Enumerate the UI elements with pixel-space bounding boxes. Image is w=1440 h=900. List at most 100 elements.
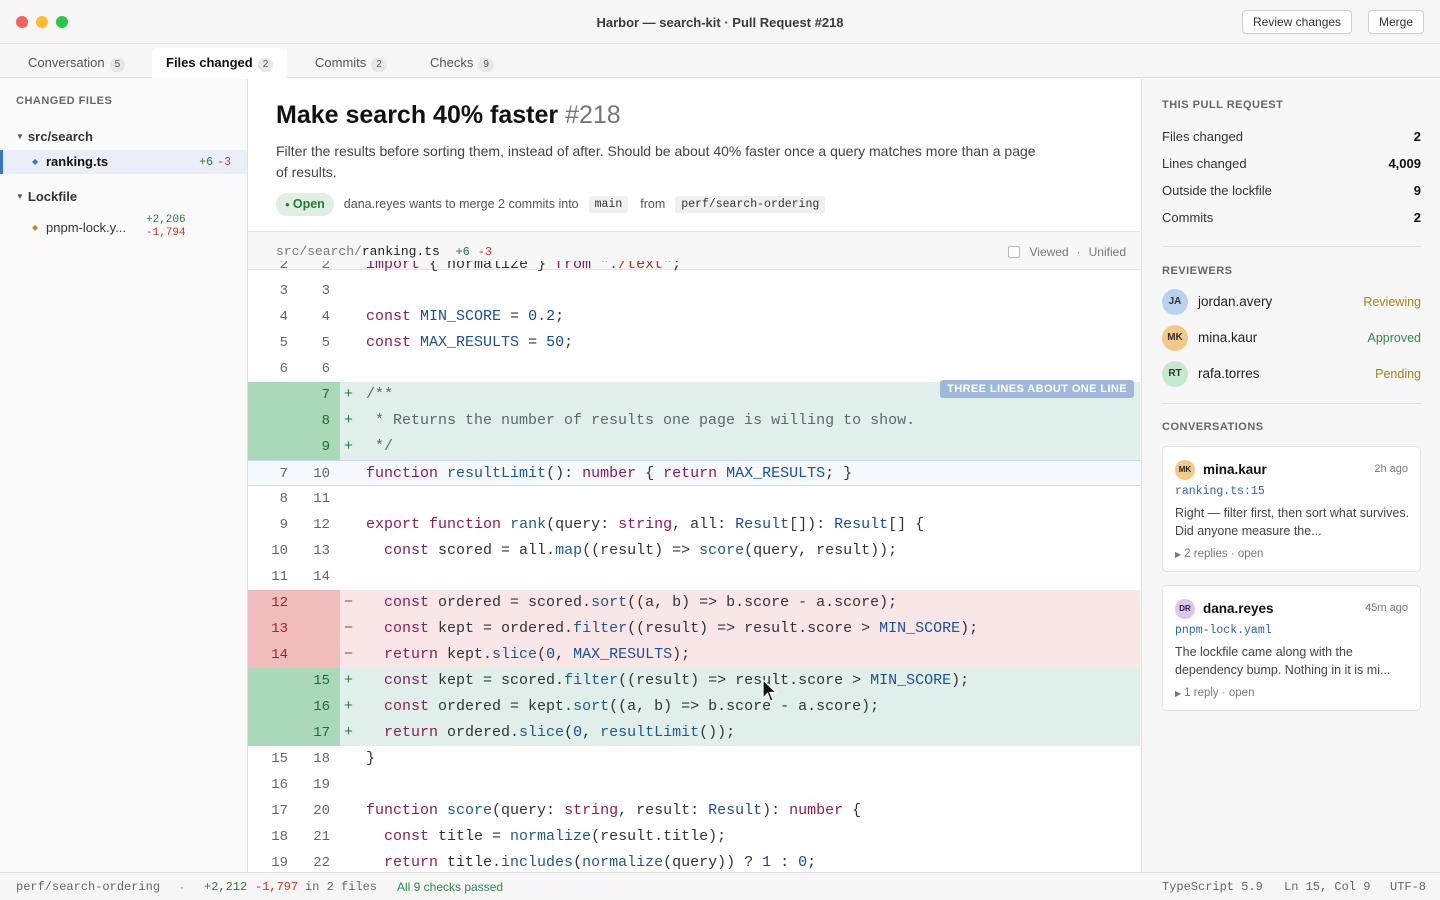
- tab-count-badge: 2: [371, 58, 387, 72]
- file-additions: +6: [199, 156, 213, 169]
- reviewer-mina-kaur[interactable]: MK mina.kaur Approved: [1162, 325, 1421, 351]
- status-checks[interactable]: All 9 checks passed: [397, 880, 503, 894]
- diff-line[interactable]: 11 14: [248, 564, 1140, 590]
- status-language[interactable]: TypeScript 5.9: [1162, 880, 1263, 894]
- status-files: in 2 files: [305, 880, 378, 894]
- comment-file-link[interactable]: pnpm-lock.yaml: [1175, 624, 1272, 637]
- code-text: const kept = ordered.filter((result) => …: [384, 620, 979, 637]
- diff-line[interactable]: 10 13 const scored = all.map((result) => …: [248, 538, 1140, 564]
- conversation-card[interactable]: DR dana.reyes 45m ago pnpm-lock.yaml The…: [1162, 585, 1421, 711]
- base-branch[interactable]: main: [588, 195, 629, 213]
- old-line-number: 3: [279, 283, 288, 299]
- dot-icon: ●: [285, 199, 290, 209]
- folder-name: src/search: [27, 129, 93, 144]
- tab-count-badge: 5: [109, 58, 126, 72]
- diff-line[interactable]: 9 + */: [248, 434, 1140, 460]
- pr-meta: ● Open dana.reyes wants to merge 2 commit…: [276, 192, 837, 216]
- diff-line[interactable]: 33: [248, 278, 1140, 304]
- new-line-number: 12: [313, 517, 330, 533]
- new-line-number: 2: [321, 261, 330, 273]
- diff-line[interactable]: 66: [248, 356, 1140, 382]
- code-text: return title.includes(normalize(query)) …: [384, 854, 817, 871]
- file-name: ranking.ts: [46, 154, 109, 169]
- diff-sign: +: [344, 698, 354, 715]
- diff-line[interactable]: 19 22 return title.includes(normalize(que…: [248, 850, 1140, 872]
- review-changes-button[interactable]: Review changes: [1242, 10, 1353, 34]
- diff-line[interactable]: 8 + * Returns the number of results one p…: [248, 408, 1140, 434]
- comment-body: Right — filter first, then sort what sur…: [1175, 506, 1410, 538]
- file-name: pnpm-lock.y...: [46, 220, 126, 235]
- diff-line[interactable]: 14 − return kept.slice(0, MAX_RESULTS);: [248, 642, 1140, 668]
- diff-line[interactable]: 2 2 import { normalize } from "./text";: [248, 261, 1140, 278]
- tab-commits[interactable]: Commits 2: [301, 48, 401, 78]
- diff-line[interactable]: 12 − const ordered = scored.sort((a, b) =…: [248, 590, 1140, 616]
- diff-sign: +: [344, 672, 354, 689]
- comment-replies[interactable]: ▶ 1 reply · open: [1175, 687, 1254, 699]
- diff-sign: [344, 772, 356, 798]
- title-bar: Harbor — search-kit · Pull Request #218 …: [0, 0, 1440, 44]
- caret-right-icon: ▶: [1175, 689, 1182, 698]
- diff-sign: −: [344, 594, 354, 611]
- viewed-checkbox[interactable]: [1007, 246, 1020, 258]
- diff-line[interactable]: 16 19: [248, 772, 1140, 798]
- file-path: src/search/ranking.ts +6 -3: [276, 244, 492, 259]
- diff-line[interactable]: 15 18 }: [248, 746, 1140, 772]
- diff-line[interactable]: 7 10 function resultLimit(): number { ret…: [248, 460, 1140, 486]
- code-text: */: [366, 438, 394, 455]
- stat-label: Commits: [1162, 210, 1214, 225]
- diff-sign: [344, 304, 356, 330]
- code-text: import { normalize } from "./text";: [366, 261, 682, 273]
- file-additions: +2,206: [146, 214, 186, 226]
- reviewer-jordan-avery[interactable]: JA jordan.avery Reviewing: [1162, 289, 1421, 315]
- caret-down-icon: ▼: [16, 192, 24, 201]
- folder-lockfile[interactable]: ▼ Lockfile: [16, 189, 77, 204]
- diff-line[interactable]: 4 4 const MIN_SCORE = 0.2;: [248, 304, 1140, 330]
- new-line-number: 13: [313, 543, 330, 559]
- file-item-ranking[interactable]: ◆ ranking.ts +6 -3: [0, 150, 247, 174]
- diff-line[interactable]: 15 + const kept = scored.filter((result) …: [248, 668, 1140, 694]
- new-line-number: 8: [321, 413, 330, 429]
- old-line-number: 19: [271, 855, 288, 871]
- caret-down-icon: ▼: [16, 132, 24, 141]
- conversation-card[interactable]: MK mina.kaur 2h ago ranking.ts:15 Right …: [1162, 446, 1421, 572]
- diff-line[interactable]: 8 11: [248, 486, 1140, 512]
- tab-label: Commits: [315, 55, 367, 70]
- head-branch[interactable]: perf/search-ordering: [675, 195, 826, 213]
- comment-replies[interactable]: ▶ 2 replies · open: [1175, 548, 1263, 560]
- diff-view: THREE LINES ABOUT ONE LINE 22 import { n…: [248, 261, 1140, 872]
- code-text: const scored = all.map((result) => score…: [384, 542, 898, 559]
- merge-button[interactable]: Merge: [1368, 10, 1425, 34]
- status-bar: perf/search-ordering · +2,212 -1,797 in …: [0, 872, 1440, 900]
- old-line-number: 17: [271, 803, 288, 819]
- tab-conversation[interactable]: Conversation 5: [14, 48, 139, 78]
- folder-src-search[interactable]: ▼ src/search: [16, 129, 93, 144]
- diff-line[interactable]: 5 5 const MAX_RESULTS = 50;: [248, 330, 1140, 356]
- status-encoding[interactable]: UTF-8: [1390, 880, 1426, 894]
- diff-sign: +: [344, 724, 354, 741]
- tab-bar: Conversation 5 Files changed 2 Commits 2 Ch…: [0, 44, 1440, 78]
- file-item-pnpm-lock[interactable]: ◆ pnpm-lock.y... +2,206 -1,794: [0, 213, 247, 243]
- file-options: Viewed · Unified: [1007, 245, 1126, 259]
- diff-sign: [344, 538, 356, 564]
- diff-line[interactable]: 18 21 const title = normalize(result.titl…: [248, 824, 1140, 850]
- reviewer-rafa-torres[interactable]: RT rafa.torres Pending: [1162, 361, 1421, 387]
- diff-line[interactable]: 17 20 function score(query: string, resul…: [248, 798, 1140, 824]
- comment-file-link[interactable]: ranking.ts:15: [1175, 485, 1265, 498]
- status-cursor-position[interactable]: Ln 15, Col 9: [1284, 880, 1370, 894]
- viewed-label[interactable]: Viewed: [1030, 245, 1069, 259]
- file-name: ranking.ts: [361, 244, 440, 259]
- tab-files-changed[interactable]: Files changed 2: [152, 48, 288, 78]
- diff-line[interactable]: 13 − const kept = ordered.filter((result)…: [248, 616, 1140, 642]
- status-branch[interactable]: perf/search-ordering: [16, 880, 160, 894]
- tab-checks[interactable]: Checks 9: [416, 48, 508, 78]
- diff-line[interactable]: 16 + const ordered = kept.sort((a, b) => …: [248, 694, 1140, 720]
- comment-time: 45m ago: [1365, 602, 1408, 614]
- diff-line[interactable]: 9 12 export function rank(query: string, …: [248, 512, 1140, 538]
- reviewer-status: Approved: [1367, 331, 1421, 345]
- tab-count-badge: 2: [257, 58, 274, 72]
- new-line-number: 4: [321, 309, 330, 325]
- new-line-number: 17: [313, 725, 330, 741]
- divider: [1162, 246, 1421, 247]
- diff-line[interactable]: 17 + return ordered.slice(0, resultLimit(…: [248, 720, 1140, 746]
- unified-toggle[interactable]: Unified: [1089, 245, 1126, 259]
